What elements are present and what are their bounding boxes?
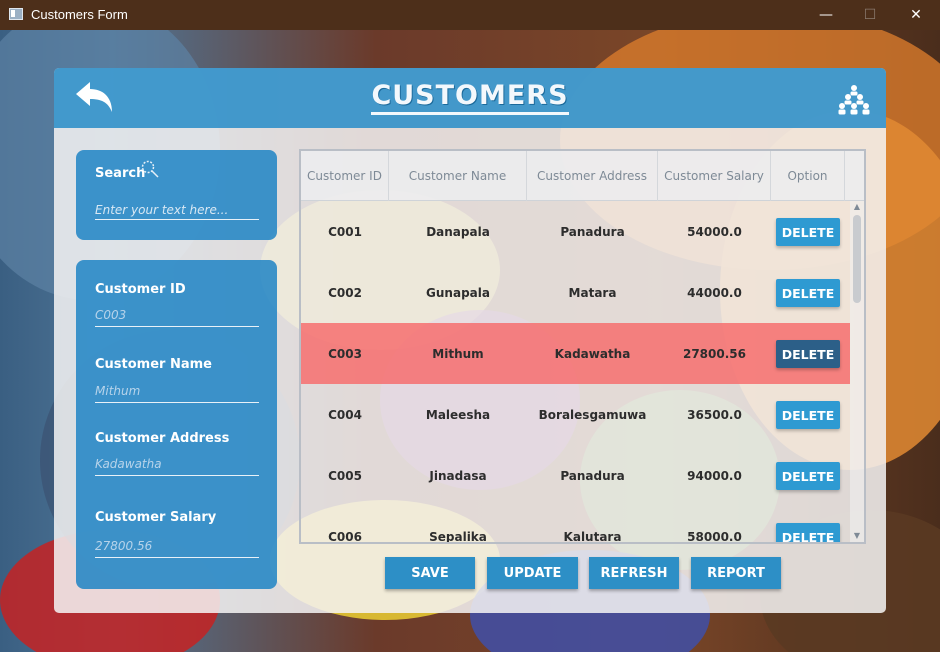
cell-customer-name: Jinadasa bbox=[429, 468, 487, 483]
cell-customer-salary: 44000.0 bbox=[687, 285, 742, 300]
save-button[interactable]: SAVE bbox=[385, 557, 475, 589]
table-row[interactable]: C002 Gunapala Matara 44000.0 DELETE bbox=[301, 262, 850, 323]
cell-customer-id: C004 bbox=[328, 407, 362, 422]
cell-customer-address: Panadura bbox=[560, 224, 625, 239]
column-header-customer-name[interactable]: Customer Name bbox=[389, 151, 527, 201]
window-title: Customers Form bbox=[31, 7, 128, 22]
delete-button[interactable]: DELETE bbox=[776, 523, 840, 542]
minimize-icon[interactable]: — bbox=[803, 0, 849, 30]
cell-customer-address: Kadawatha bbox=[554, 346, 631, 361]
app-icon bbox=[9, 8, 23, 20]
customer-id-label: Customer ID bbox=[95, 282, 186, 297]
people-group-icon[interactable] bbox=[836, 84, 872, 120]
customers-table: Customer ID Customer Name Customer Addre… bbox=[299, 149, 866, 544]
cell-customer-salary: 94000.0 bbox=[687, 468, 742, 483]
cell-customer-id: C005 bbox=[328, 468, 362, 483]
cell-customer-salary: 58000.0 bbox=[687, 529, 742, 543]
search-input[interactable] bbox=[95, 198, 259, 220]
customer-salary-label: Customer Salary bbox=[95, 510, 217, 525]
table-header: Customer ID Customer Name Customer Addre… bbox=[301, 151, 864, 201]
customer-name-field[interactable]: Mithum bbox=[95, 381, 259, 403]
customer-form-card: Customer ID C003 Customer Name Mithum Cu… bbox=[76, 260, 277, 589]
cell-customer-salary: 36500.0 bbox=[687, 407, 742, 422]
search-card: Search bbox=[76, 150, 277, 240]
table-row[interactable]: C004 Maleesha Boralesgamuwa 36500.0 DELE… bbox=[301, 384, 850, 445]
customer-salary-field[interactable]: 27800.56 bbox=[95, 536, 259, 558]
table-row-selected[interactable]: C003 Mithum Kadawatha 27800.56 DELETE bbox=[301, 323, 850, 384]
table-row[interactable]: C001 Danapala Panadura 54000.0 DELETE bbox=[301, 201, 850, 262]
cell-customer-address: Matara bbox=[568, 285, 617, 300]
close-icon[interactable]: ✕ bbox=[893, 0, 939, 30]
cell-customer-salary: 54000.0 bbox=[687, 224, 742, 239]
table-row[interactable]: C005 Jinadasa Panadura 94000.0 DELETE bbox=[301, 445, 850, 506]
scroll-down-icon[interactable]: ▼ bbox=[850, 530, 864, 542]
delete-button[interactable]: DELETE bbox=[776, 279, 840, 307]
delete-button[interactable]: DELETE bbox=[776, 340, 840, 368]
customer-address-field[interactable]: Kadawatha bbox=[95, 454, 259, 476]
page-title: CUSTOMERS bbox=[54, 80, 886, 115]
maximize-icon[interactable]: ☐ bbox=[847, 0, 893, 30]
cell-customer-name: Danapala bbox=[426, 224, 490, 239]
delete-button[interactable]: DELETE bbox=[776, 218, 840, 246]
column-header-option[interactable]: Option bbox=[771, 151, 845, 201]
column-header-customer-address[interactable]: Customer Address bbox=[527, 151, 658, 201]
cell-customer-id: C001 bbox=[328, 224, 362, 239]
cell-customer-id: C003 bbox=[328, 346, 362, 361]
cell-customer-id: C002 bbox=[328, 285, 362, 300]
cell-customer-id: C006 bbox=[328, 529, 362, 543]
customer-id-field[interactable]: C003 bbox=[95, 305, 259, 327]
title-bar: Customers Form — ☐ ✕ bbox=[0, 0, 940, 30]
search-label: Search bbox=[95, 166, 146, 181]
customer-name-label: Customer Name bbox=[95, 357, 212, 372]
cell-customer-address: Kalutara bbox=[563, 529, 622, 543]
scroll-thumb[interactable] bbox=[853, 215, 861, 303]
delete-button[interactable]: DELETE bbox=[776, 401, 840, 429]
cell-customer-name: Sepalika bbox=[429, 529, 487, 543]
update-button[interactable]: UPDATE bbox=[487, 557, 578, 589]
header-bar: CUSTOMERS bbox=[54, 68, 886, 128]
table-scrollbar[interactable]: ▲ ▼ bbox=[850, 201, 864, 542]
search-icon[interactable] bbox=[140, 159, 160, 183]
cell-customer-address: Panadura bbox=[560, 468, 625, 483]
cell-customer-name: Mithum bbox=[432, 346, 484, 361]
refresh-button[interactable]: REFRESH bbox=[589, 557, 679, 589]
scroll-up-icon[interactable]: ▲ bbox=[850, 201, 864, 213]
cell-customer-name: Gunapala bbox=[426, 285, 490, 300]
column-header-customer-salary[interactable]: Customer Salary bbox=[658, 151, 771, 201]
customer-address-label: Customer Address bbox=[95, 431, 230, 446]
cell-customer-address: Boralesgamuwa bbox=[538, 407, 647, 422]
column-header-customer-id[interactable]: Customer ID bbox=[301, 151, 389, 201]
cell-customer-salary: 27800.56 bbox=[682, 346, 746, 361]
cell-customer-name: Maleesha bbox=[425, 407, 491, 422]
report-button[interactable]: REPORT bbox=[691, 557, 781, 589]
table-body: C001 Danapala Panadura 54000.0 DELETE C0… bbox=[301, 201, 850, 542]
table-row[interactable]: C006 Sepalika Kalutara 58000.0 DELETE bbox=[301, 506, 850, 542]
delete-button[interactable]: DELETE bbox=[776, 462, 840, 490]
